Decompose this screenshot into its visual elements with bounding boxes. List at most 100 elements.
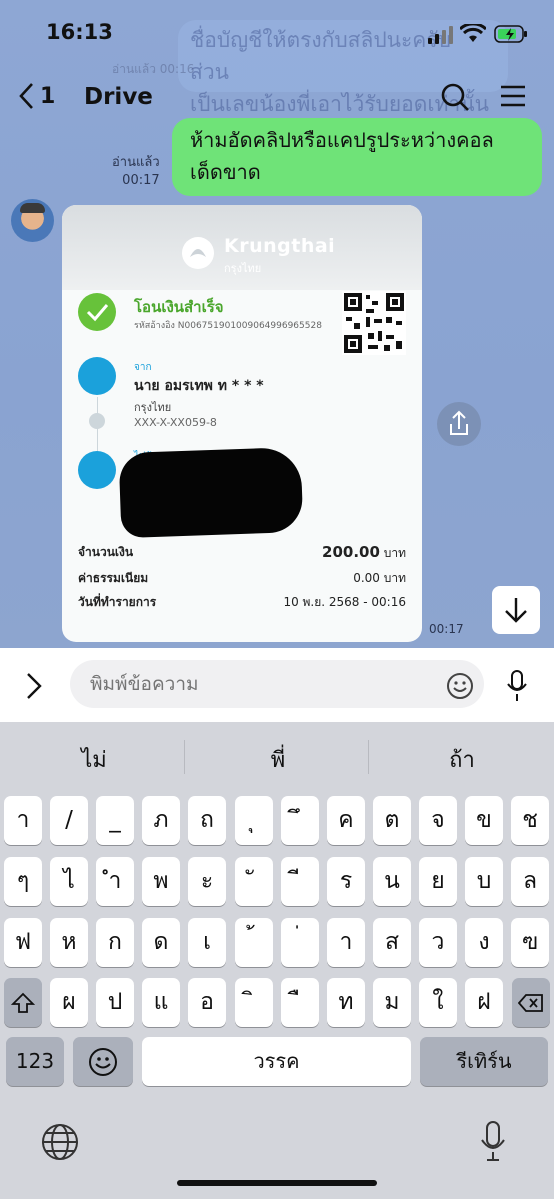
suggestion-bar: ไม่ พี่ ถ้า — [0, 722, 554, 794]
key-row2[interactable]: ั — [235, 857, 273, 906]
key-row3[interactable]: ด — [142, 918, 180, 967]
key-row1[interactable]: ข — [465, 796, 503, 845]
key-row3[interactable]: ่ — [281, 918, 319, 967]
key-row1[interactable]: ุ — [235, 796, 273, 845]
key-row4[interactable]: ิ — [235, 978, 273, 1027]
key-row3[interactable]: ง — [465, 918, 503, 967]
message-line-2: เด็ดขาด — [190, 160, 261, 184]
amount-value: 200.00 — [322, 543, 380, 561]
transfer-status: โอนเงินสำเร็จ — [134, 298, 224, 316]
wifi-icon — [460, 24, 486, 42]
battery-icon — [494, 25, 527, 43]
suggestion-3[interactable]: ถ้า — [370, 742, 554, 777]
share-icon — [450, 410, 468, 435]
key-row3[interactable]: ว — [419, 918, 457, 967]
key-row2[interactable]: ไ — [50, 857, 88, 906]
fee-value: 0.00 — [353, 571, 380, 585]
key-row1[interactable]: ภ — [142, 796, 180, 845]
key-row4[interactable]: ใ — [419, 978, 457, 1027]
key-row3[interactable]: ห — [50, 918, 88, 967]
key-row2[interactable]: ี — [281, 857, 319, 906]
key-row1[interactable]: / — [50, 796, 88, 845]
key-row2[interactable]: ๆ — [4, 857, 42, 906]
key-row1[interactable]: ช — [511, 796, 549, 845]
back-button[interactable]: 1 — [18, 82, 55, 110]
suggestion-2[interactable]: พี่ — [186, 742, 370, 777]
chevron-right-icon[interactable] — [24, 672, 44, 700]
key-row4[interactable]: ท — [327, 978, 365, 1027]
status-bar: 16:13 — [0, 0, 554, 66]
key-row3[interactable]: า — [327, 918, 365, 967]
home-indicator — [177, 1180, 377, 1186]
message-input-bar — [0, 648, 554, 722]
key-row2[interactable]: ล — [511, 857, 549, 906]
share-button[interactable] — [437, 402, 481, 446]
key-row2[interactable]: พ — [142, 857, 180, 906]
key-row4[interactable]: ม — [373, 978, 411, 1027]
key-row1[interactable]: _ — [96, 796, 134, 845]
suggestion-1[interactable]: ไม่ — [2, 742, 186, 777]
key-row2[interactable]: บ — [465, 857, 503, 906]
key-row3[interactable]: ้ — [235, 918, 273, 967]
key-row2[interactable]: ะ — [188, 857, 226, 906]
outgoing-message[interactable]: ห้ามอัดคลิปหรือแคปรูประหว่างคอล เด็ดขาด — [172, 118, 542, 196]
chat-area: ชื่อบัญชีให้ตรงกับสลิปนะครับ ส่วน เป็นเล… — [0, 0, 554, 648]
suggestion-divider — [368, 740, 369, 774]
key-row3[interactable]: ก — [96, 918, 134, 967]
globe-icon[interactable] — [40, 1122, 80, 1166]
key-row4[interactable]: ฝ — [465, 978, 503, 1027]
brand-name-th: กรุงไทย — [224, 262, 262, 275]
key-row4[interactable]: อ — [188, 978, 226, 1027]
transfer-slip-image[interactable]: Krungthai กรุงไทย โอนเงินสำเร็จ รหัสอ้าง… — [62, 205, 422, 642]
key-row4[interactable]: ื — [281, 978, 319, 1027]
key-row1[interactable]: ถ — [188, 796, 226, 845]
key-row4[interactable]: แ — [142, 978, 180, 1027]
key-row2[interactable]: น — [373, 857, 411, 906]
delete-key[interactable] — [512, 978, 550, 1027]
numbers-key[interactable]: 123 — [6, 1037, 64, 1086]
qr-code-icon — [342, 291, 406, 355]
date-value: 10 พ.ย. 2568 - 00:16 — [283, 595, 406, 609]
message-input[interactable] — [70, 660, 484, 708]
key-row3[interactable]: ฟ — [4, 918, 42, 967]
brand-name: Krungthai — [224, 235, 336, 257]
key-row1[interactable]: ต — [373, 796, 411, 845]
signal-icon — [428, 26, 453, 44]
chat-title: Drive — [84, 84, 153, 110]
shift-key[interactable] — [4, 978, 42, 1027]
key-row1[interactable]: ึ — [281, 796, 319, 845]
key-row2[interactable]: ร — [327, 857, 365, 906]
emoji-icon[interactable] — [446, 672, 474, 700]
chevron-left-icon — [19, 83, 33, 109]
emoji-key[interactable] — [73, 1037, 133, 1086]
key-row2[interactable]: ย — [419, 857, 457, 906]
sender-name: นาย อมรเทพ ท * * * — [134, 378, 264, 394]
key-row4[interactable]: ป — [96, 978, 134, 1027]
key-row1[interactable]: ค — [327, 796, 365, 845]
menu-icon[interactable] — [500, 84, 526, 108]
shift-icon — [10, 992, 36, 1013]
amount-currency: บาท — [383, 546, 406, 560]
space-key[interactable]: วรรค — [142, 1037, 411, 1086]
key-row2[interactable]: ำ — [96, 857, 134, 906]
emoji-icon — [89, 1048, 117, 1076]
key-row3[interactable]: เ — [188, 918, 226, 967]
return-key[interactable]: รีเทิร์น — [420, 1037, 548, 1086]
key-row4[interactable]: ผ — [50, 978, 88, 1027]
scroll-down-button[interactable] — [492, 586, 540, 634]
key-row3[interactable]: ฃ — [511, 918, 549, 967]
key-row3[interactable]: ส — [373, 918, 411, 967]
status-time: 16:13 — [46, 20, 113, 44]
receiver-bank-icon — [78, 451, 116, 489]
date-label: วันที่ทำรายการ — [78, 595, 157, 609]
sender-account: XXX-X-XX059-8 — [134, 416, 217, 429]
dictation-icon[interactable] — [480, 1120, 506, 1166]
key-row1[interactable]: จ — [419, 796, 457, 845]
key-row1[interactable]: า — [4, 796, 42, 845]
search-icon[interactable] — [440, 82, 470, 112]
sender-bank: กรุงไทย — [134, 401, 172, 414]
message-line-1: ห้ามอัดคลิปหรือแคปรูประหว่างคอล — [190, 128, 494, 152]
avatar[interactable] — [11, 199, 54, 242]
microphone-icon[interactable] — [506, 670, 528, 702]
krungthai-logo-icon — [182, 237, 214, 269]
